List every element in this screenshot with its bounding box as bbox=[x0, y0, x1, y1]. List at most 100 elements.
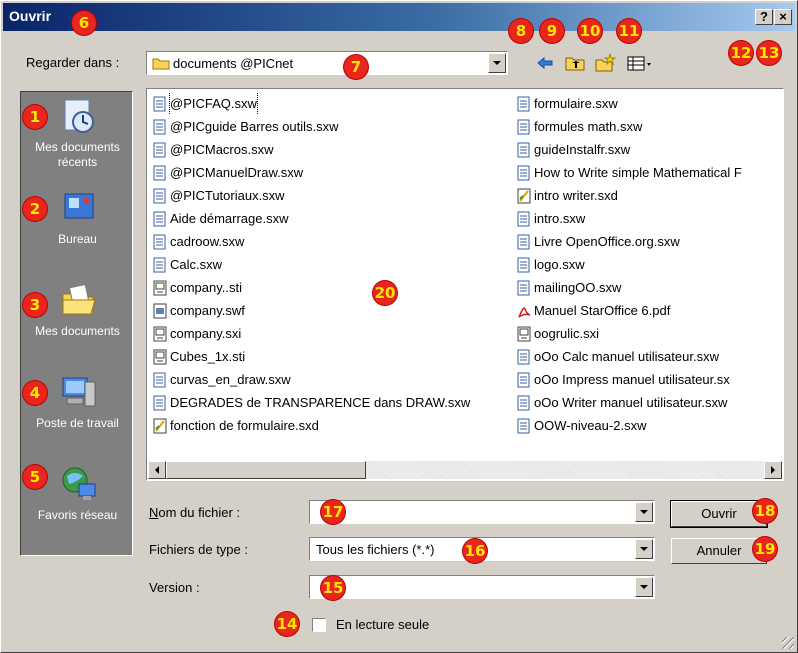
annotation-badge-1: 1 bbox=[23, 105, 47, 129]
file-doc-icon bbox=[517, 349, 531, 365]
file-pres-icon bbox=[153, 326, 167, 342]
annotation-badge-3: 3 bbox=[23, 293, 47, 317]
file-name: intro.sxw bbox=[534, 211, 586, 226]
version-combo[interactable] bbox=[309, 575, 655, 599]
resize-grip[interactable] bbox=[782, 637, 794, 649]
file-item[interactable]: OOW-niveau-2.sxw bbox=[517, 414, 779, 437]
horizontal-scrollbar[interactable] bbox=[148, 461, 782, 479]
file-doc-icon bbox=[517, 211, 531, 227]
file-name: OOW-niveau-2.sxw bbox=[534, 418, 647, 433]
desktop-icon bbox=[64, 193, 94, 219]
file-item[interactable]: @PICguide Barres outils.sxw bbox=[153, 115, 513, 138]
annotation-badge-6: 6 bbox=[72, 11, 96, 35]
file-name: curvas_en_draw.sxw bbox=[170, 372, 291, 387]
place-label-network: Favoris réseau bbox=[37, 508, 118, 522]
close-button[interactable]: × bbox=[774, 9, 792, 25]
readonly-checkbox[interactable] bbox=[312, 618, 326, 632]
file-name: oOo Calc manuel utilisateur.sxw bbox=[534, 349, 719, 364]
recent-documents-icon bbox=[64, 99, 94, 133]
annotation-badge-2: 2 bbox=[23, 197, 47, 221]
annotation-badge-4: 4 bbox=[23, 381, 47, 405]
title-bar[interactable]: Ouvrir ? × bbox=[3, 3, 795, 31]
file-item[interactable]: guideInstalfr.sxw bbox=[517, 138, 779, 161]
file-item[interactable]: @PICManuelDraw.sxw bbox=[153, 161, 513, 184]
place-label-my-documents: Mes documents bbox=[35, 324, 120, 338]
file-doc-icon bbox=[517, 234, 531, 250]
annotation-badge-12: 12 bbox=[729, 41, 753, 65]
open-dialog: Ouvrir ? × Regarder dans : documents @PI… bbox=[0, 0, 798, 653]
file-name: @PICTutoriaux.sxw bbox=[170, 188, 285, 203]
file-item[interactable]: Calc.sxw bbox=[153, 253, 513, 276]
file-item[interactable]: oogrulic.sxi bbox=[517, 322, 779, 345]
file-name: Calc.sxw bbox=[170, 257, 223, 272]
file-item[interactable]: fonction de formulaire.sxd bbox=[153, 414, 513, 437]
file-swf-icon bbox=[153, 303, 167, 319]
file-item[interactable]: @PICTutoriaux.sxw bbox=[153, 184, 513, 207]
file-item[interactable]: cadroow.sxw bbox=[153, 230, 513, 253]
file-name: Cubes_1x.sti bbox=[170, 349, 246, 364]
lookin-value: documents @PICnet bbox=[173, 56, 294, 71]
place-label-recent: Mes documents récents bbox=[35, 140, 120, 169]
file-item[interactable]: @PICMacros.sxw bbox=[153, 138, 513, 161]
file-item[interactable]: company..sti bbox=[153, 276, 513, 299]
scroll-right-button[interactable] bbox=[764, 461, 782, 479]
annotation-badge-15: 15 bbox=[321, 576, 345, 600]
file-item[interactable]: Manuel StarOffice 6.pdf bbox=[517, 299, 779, 322]
help-button[interactable]: ? bbox=[755, 9, 773, 25]
file-name: guideInstalfr.sxw bbox=[534, 142, 631, 157]
file-item[interactable]: logo.sxw bbox=[517, 253, 779, 276]
lookin-label: Regarder dans : bbox=[26, 55, 120, 70]
file-item[interactable]: mailingOO.sxw bbox=[517, 276, 779, 299]
file-doc-icon bbox=[517, 165, 531, 181]
window-title: Ouvrir bbox=[9, 8, 52, 24]
file-item[interactable]: oOo Calc manuel utilisateur.sxw bbox=[517, 345, 779, 368]
lookin-combo[interactable]: documents @PICnet bbox=[146, 51, 508, 75]
file-doc-icon bbox=[517, 96, 531, 112]
file-item[interactable]: How to Write simple Mathematical F bbox=[517, 161, 779, 184]
filename-label-text: om du fichier : bbox=[158, 505, 241, 520]
file-item[interactable]: Livre OpenOffice.org.sxw bbox=[517, 230, 779, 253]
file-item[interactable]: @PICFAQ.sxw bbox=[153, 92, 513, 115]
scroll-left-button[interactable] bbox=[148, 461, 166, 479]
file-name: @PICguide Barres outils.sxw bbox=[170, 119, 339, 134]
filename-dropdown-arrow[interactable] bbox=[635, 502, 653, 522]
view-menu-icon[interactable] bbox=[626, 53, 654, 73]
file-pres-icon bbox=[517, 326, 531, 342]
folder-up-icon[interactable] bbox=[564, 53, 586, 73]
file-name: mailingOO.sxw bbox=[534, 280, 622, 295]
filetype-dropdown-arrow[interactable] bbox=[635, 539, 653, 559]
annotation-badge-18: 18 bbox=[753, 499, 777, 523]
file-item[interactable]: intro.sxw bbox=[517, 207, 779, 230]
file-doc-icon bbox=[153, 395, 167, 411]
file-name: formulaire.sxw bbox=[534, 96, 618, 111]
file-item[interactable]: DEGRADES de TRANSPARENCE dans DRAW.sxw bbox=[153, 391, 513, 414]
back-arrow-icon[interactable] bbox=[534, 53, 556, 73]
file-item[interactable]: curvas_en_draw.sxw bbox=[153, 368, 513, 391]
file-item[interactable]: company.swf bbox=[153, 299, 513, 322]
version-dropdown-arrow[interactable] bbox=[635, 577, 653, 597]
file-name: company.sxi bbox=[170, 326, 242, 341]
scroll-thumb[interactable] bbox=[166, 461, 366, 479]
lookin-dropdown-arrow[interactable] bbox=[488, 53, 506, 73]
file-doc-icon bbox=[153, 234, 167, 250]
new-folder-icon[interactable] bbox=[594, 53, 617, 73]
file-item[interactable]: intro writer.sxd bbox=[517, 184, 779, 207]
annotation-badge-14: 14 bbox=[275, 612, 299, 636]
file-item[interactable]: oOo Impress manuel utilisateur.sx bbox=[517, 368, 779, 391]
filetype-label: Fichiers de type : bbox=[149, 542, 248, 557]
annotation-badge-19: 19 bbox=[753, 537, 777, 561]
filename-combo[interactable] bbox=[309, 500, 655, 524]
file-doc-icon bbox=[153, 188, 167, 204]
file-item[interactable]: company.sxi bbox=[153, 322, 513, 345]
cancel-button-label: Annuler bbox=[696, 543, 742, 558]
file-doc-icon bbox=[153, 211, 167, 227]
file-list[interactable]: @PICFAQ.sxw @PICguide Barres outils.sxw @P… bbox=[146, 88, 784, 481]
place-label-desktop: Bureau bbox=[58, 232, 97, 246]
file-item[interactable]: Cubes_1x.sti bbox=[153, 345, 513, 368]
file-pdf-icon bbox=[517, 303, 531, 319]
file-item[interactable]: Aide démarrage.sxw bbox=[153, 207, 513, 230]
annotation-badge-10: 10 bbox=[578, 19, 602, 43]
file-item[interactable]: formules math.sxw bbox=[517, 115, 779, 138]
file-item[interactable]: formulaire.sxw bbox=[517, 92, 779, 115]
file-item[interactable]: oOo Writer manuel utilisateur.sxw bbox=[517, 391, 779, 414]
